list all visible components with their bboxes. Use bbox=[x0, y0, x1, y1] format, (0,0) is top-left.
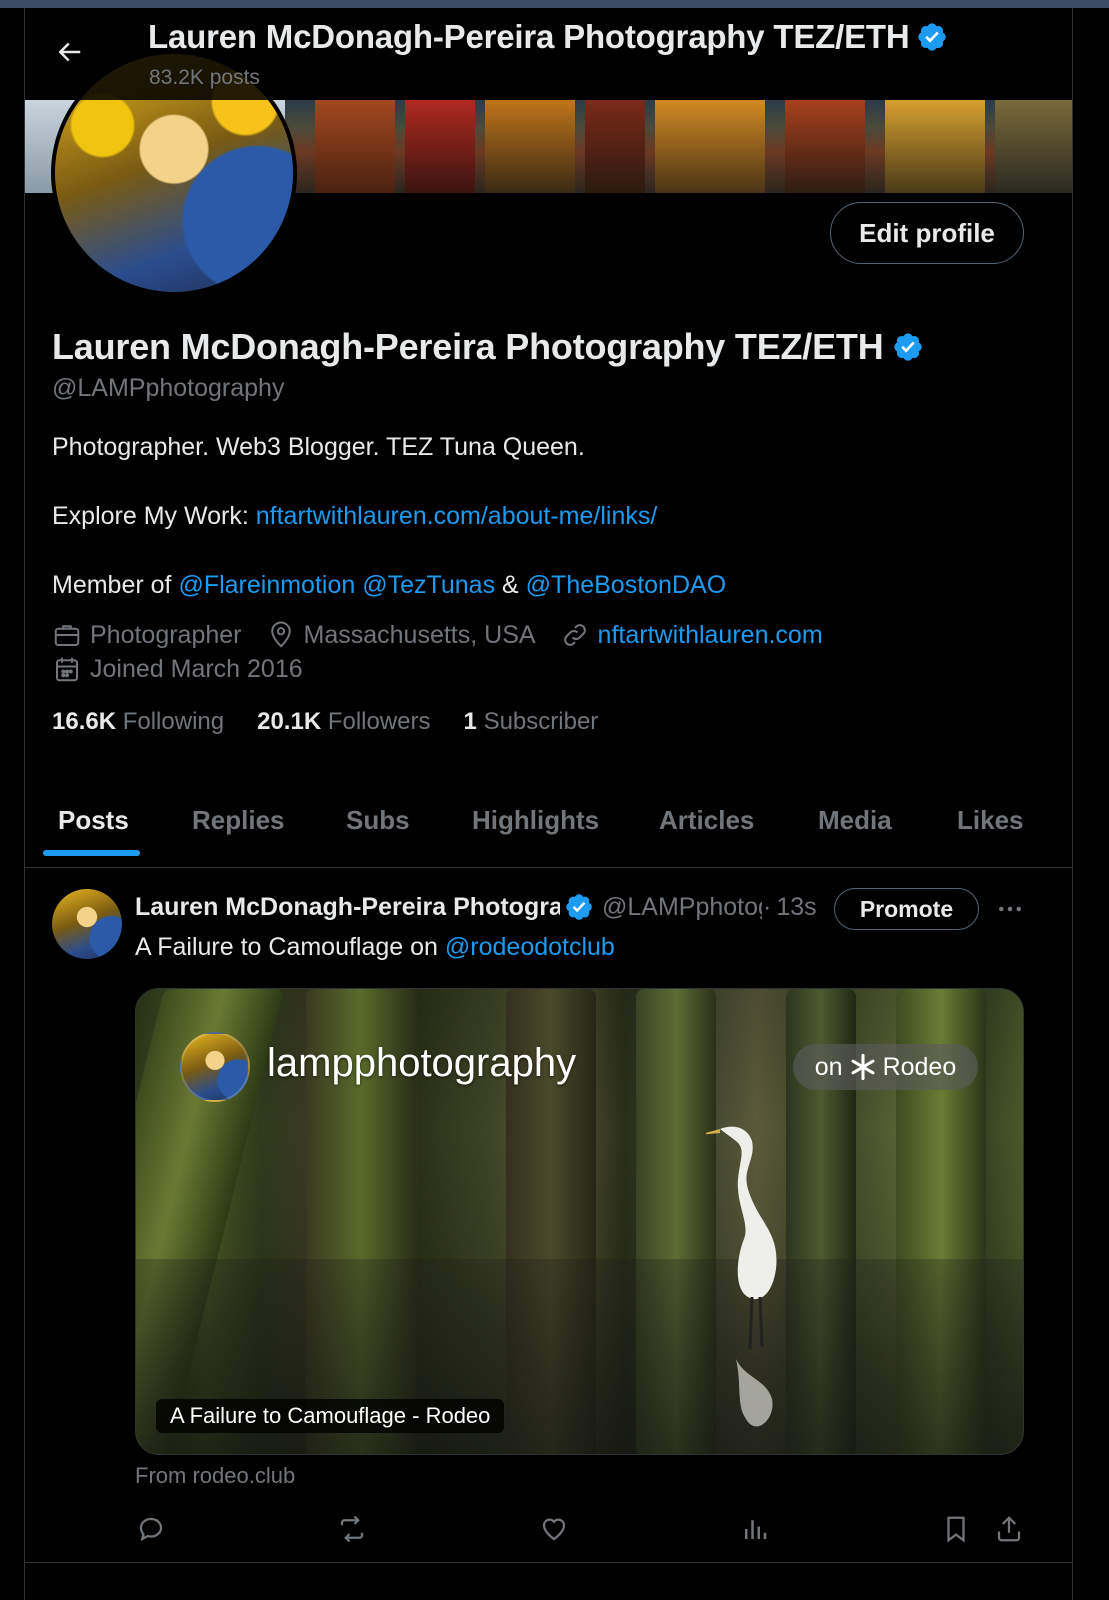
profile-stats: 16.6K Following 20.1K Followers 1 Subscr… bbox=[52, 708, 631, 736]
tweet-header: Lauren McDonagh-Pereira Photography TEZ/… bbox=[135, 887, 817, 927]
following-count: 16.6K bbox=[52, 708, 117, 735]
tweet-text-body: A Failure to Camouflage on bbox=[135, 933, 445, 961]
subscriber-count: 1 bbox=[463, 708, 477, 735]
more-button[interactable] bbox=[990, 891, 1030, 927]
following-label: Following bbox=[122, 708, 225, 735]
meta-joined: Joined March 2016 bbox=[52, 654, 303, 684]
repost-icon bbox=[340, 1515, 364, 1543]
reply-button[interactable] bbox=[131, 1509, 171, 1549]
views-icon bbox=[745, 1520, 767, 1539]
promote-button[interactable]: Promote bbox=[834, 888, 979, 930]
card-caption: A Failure to Camouflage - Rodeo bbox=[156, 1399, 505, 1433]
profile-display-name: Lauren McDonagh-Pereira Photography TEZ/… bbox=[52, 326, 884, 367]
browser-top-strip bbox=[0, 0, 1109, 8]
tab-likes[interactable]: Likes bbox=[957, 773, 1024, 868]
rodeo-logo-icon bbox=[851, 1053, 874, 1081]
map-pin-icon bbox=[270, 621, 291, 648]
tweet-avatar[interactable] bbox=[52, 889, 122, 959]
back-button[interactable] bbox=[49, 32, 89, 72]
tab-articles[interactable]: Articles bbox=[659, 773, 754, 868]
sticky-header: Lauren McDonagh-Pereira Photography TEZ/… bbox=[25, 8, 1072, 100]
bookmark-icon bbox=[947, 1516, 965, 1543]
mention-thebostondao[interactable]: @TheBostonDAO bbox=[526, 571, 726, 599]
tab-subs[interactable]: Subs bbox=[346, 773, 410, 868]
verified-badge-icon[interactable] bbox=[916, 21, 948, 53]
bio-line: Photographer. Web3 Blogger. TEZ Tuna Que… bbox=[52, 433, 585, 461]
share-button[interactable] bbox=[989, 1509, 1029, 1549]
bio-explore-link[interactable]: nftartwithlauren.com/about-me/links/ bbox=[256, 502, 658, 530]
mention-teztunas[interactable]: @TezTunas bbox=[362, 571, 495, 599]
repost-button[interactable] bbox=[332, 1509, 372, 1549]
verified-badge-icon[interactable] bbox=[892, 331, 924, 363]
card-pill-on: on bbox=[814, 1052, 843, 1081]
bookmark-button[interactable] bbox=[936, 1509, 976, 1549]
divider bbox=[25, 1562, 1072, 1563]
header-name: Lauren McDonagh-Pereira Photography TEZ/… bbox=[148, 18, 910, 55]
tweet-author-handle[interactable]: @LAMPphotography bbox=[602, 893, 762, 922]
tab-replies[interactable]: Replies bbox=[192, 773, 285, 868]
card-source-pill: on Rodeo bbox=[793, 1044, 978, 1090]
like-button[interactable] bbox=[534, 1509, 574, 1549]
tweet-actions bbox=[25, 1509, 1072, 1559]
tweet-dot: · bbox=[763, 892, 772, 921]
tweet-author-name[interactable]: Lauren McDonagh-Pereira Photography TEZ/… bbox=[135, 893, 560, 922]
location-text: Massachusetts, USA bbox=[303, 620, 536, 649]
reply-icon bbox=[139, 1517, 163, 1542]
link-icon bbox=[563, 624, 586, 646]
meta-occupation: Photographer bbox=[52, 620, 242, 650]
profile-handle: @LAMPphotography bbox=[52, 374, 285, 402]
subscriber-label: Subscriber bbox=[483, 708, 599, 735]
more-dots-icon bbox=[999, 906, 1021, 912]
header-title: Lauren McDonagh-Pereira Photography TEZ/… bbox=[148, 18, 948, 56]
profile-tabs: Posts Replies Subs Highlights Articles M… bbox=[25, 773, 1072, 868]
briefcase-icon bbox=[54, 625, 80, 646]
profile-meta-joined: Joined March 2016 bbox=[52, 654, 327, 684]
profile-bio: Photographer. Web3 Blogger. TEZ Tuna Que… bbox=[52, 430, 1052, 602]
bio-ampersand: & bbox=[502, 571, 519, 599]
card-source-domain[interactable]: From rodeo.club bbox=[135, 1463, 295, 1489]
tab-media[interactable]: Media bbox=[818, 773, 892, 868]
meta-website: nftartwithlauren.com bbox=[560, 620, 823, 650]
views-button[interactable] bbox=[735, 1509, 775, 1549]
posts-count: 83.2K posts bbox=[149, 66, 260, 89]
calendar-icon bbox=[56, 657, 78, 682]
following-stat[interactable]: 16.6K Following bbox=[52, 708, 224, 736]
mention-flareinmotion[interactable]: @Flareinmotion bbox=[178, 571, 355, 599]
followers-label: Followers bbox=[327, 708, 431, 735]
arrow-left-icon bbox=[58, 42, 81, 62]
link-card[interactable]: lampphotography on Rodeo A Failure to Ca… bbox=[135, 988, 1024, 1455]
verified-badge-icon[interactable] bbox=[564, 892, 594, 922]
website-link[interactable]: nftartwithlauren.com bbox=[598, 621, 823, 650]
card-pill-name: Rodeo bbox=[882, 1052, 957, 1081]
bio-explore-label: Explore My Work: bbox=[52, 502, 256, 530]
profile-column: Lauren McDonagh-Pereira Photography TEZ/… bbox=[24, 8, 1073, 1600]
followers-count: 20.1K bbox=[257, 708, 322, 735]
joined-text: Joined March 2016 bbox=[90, 654, 303, 683]
mention-rodeodotclub[interactable]: @rodeodotclub bbox=[445, 933, 615, 961]
profile-meta: Photographer Massachusetts, USA nftartwi… bbox=[52, 620, 847, 650]
heart-icon bbox=[542, 1518, 566, 1541]
followers-stat[interactable]: 20.1K Followers bbox=[257, 708, 430, 736]
card-brand: lampphotography bbox=[267, 1041, 577, 1085]
tweet-text: A Failure to Camouflage on @rodeodotclub bbox=[135, 933, 615, 962]
bio-member-label: Member of bbox=[52, 571, 179, 599]
subscriber-stat[interactable]: 1 Subscriber bbox=[464, 708, 599, 736]
active-tab-indicator bbox=[43, 850, 140, 856]
profile-name: Lauren McDonagh-Pereira Photography TEZ/… bbox=[52, 326, 924, 368]
meta-location: Massachusetts, USA bbox=[266, 620, 536, 650]
tweet-time[interactable]: 13s bbox=[776, 893, 816, 922]
egret-image bbox=[706, 1126, 777, 1427]
tweet[interactable]: Lauren McDonagh-Pereira Photography TEZ/… bbox=[25, 869, 1072, 1600]
edit-profile-button[interactable]: Edit profile bbox=[830, 202, 1024, 264]
share-icon bbox=[997, 1516, 1021, 1542]
occupation-text: Photographer bbox=[90, 620, 242, 649]
card-avatar bbox=[180, 1032, 250, 1102]
tab-highlights[interactable]: Highlights bbox=[472, 773, 599, 868]
